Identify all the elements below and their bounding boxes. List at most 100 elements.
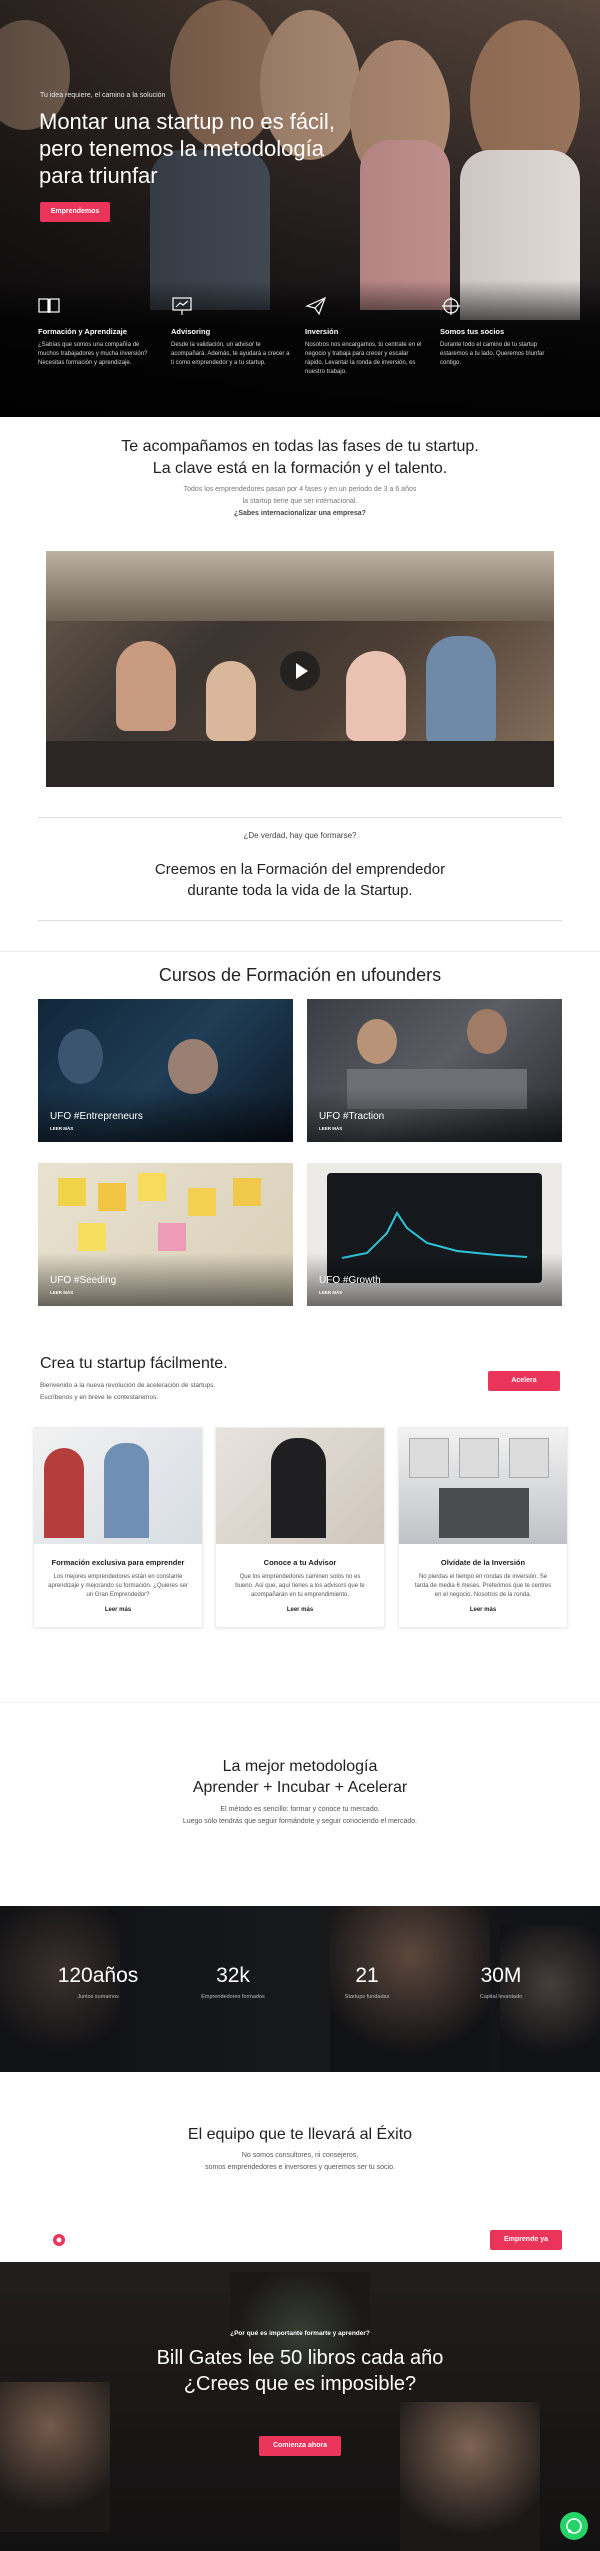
feature-desc: Desde la validación, un advisor te acomp… [171,342,290,366]
feature-title: Somos tus socios [440,327,505,336]
feature-title: Inversión [305,327,339,336]
whatsapp-icon [566,2518,582,2534]
stat-entrepreneurs: 32k Emprendedores formados [163,1964,303,2000]
card-desc: Los mejores emprendedores están en const… [48,1574,188,1598]
card-image [399,1428,567,1544]
cta-kicker: ¿Por qué es importante formarte y aprend… [230,2330,370,2337]
video-play-button[interactable] [280,651,320,691]
paper-plane-icon [305,296,327,316]
course-more-link[interactable]: LEER MÁS [319,1290,342,1295]
team-sub-line2: somos emprendedores e inversores y quere… [205,2164,395,2171]
presentation-icon [172,297,192,315]
card-read-more[interactable]: Leer más [34,1607,202,1613]
method-title-line1: La mejor metodología [222,1758,378,1775]
divider [38,920,562,921]
course-photo [188,1188,216,1216]
cta-overlay [0,2262,600,2551]
card-advisor: Conoce a tu Advisor Que los emprendedore… [215,1427,385,1628]
stat-label: Emprendedores formados [201,1994,265,2000]
play-icon [296,663,308,679]
create-button[interactable]: Acelera [488,1371,560,1391]
courses-title: Cursos de Formación en ufounders [158,965,442,985]
card-read-more[interactable]: Leer más [216,1607,384,1613]
course-photo [168,1039,218,1094]
feature-title: Advisoring [171,327,211,336]
course-label: UFO #Traction [319,1111,385,1122]
ufo-logo-icon[interactable] [52,2233,66,2247]
course-card-traction[interactable]: UFO #Traction LEER MÁS [307,999,562,1142]
crosshair-icon [442,297,460,315]
card-read-more[interactable]: Leer más [399,1607,567,1613]
create-title: Crea tu startup fácilmente. [40,1355,228,1372]
video-frame-person [116,641,176,731]
card-title: Olvídate de la Inversión [440,1558,526,1567]
stat-value: 120años [57,1964,139,1987]
stat-label: Capital levantado [479,1994,523,2000]
stat-label: Startups fundadas [344,1994,390,2000]
course-label: UFO #Entrepreneurs [50,1111,143,1122]
cta-title-line2: ¿Crees que es imposible? [183,2373,417,2395]
course-photo [357,1019,397,1064]
hero-title: Montar una startup no es fácil, pero ten… [39,109,335,188]
card-photo-people [439,1488,529,1538]
team-title: El equipo que te llevará al Éxito [187,2126,413,2143]
team-sub-line1: No somos consultores, ni consejeros, [241,2152,359,2159]
feature-advisoring: Advisoring Desde la validación, un advis… [171,296,291,368]
stat-value: 21 [355,1964,379,1987]
whatsapp-button[interactable] [560,2512,588,2540]
video-frame-window [46,551,554,621]
formation-title-line1: Creemos en la Formación del emprendedor [154,861,446,878]
hero-kicker: Tu idea requiere, el camino a la solució… [40,92,166,99]
course-photo [98,1183,126,1211]
course-more-link[interactable]: LEER MÁS [50,1126,73,1131]
card-photo-person [44,1448,84,1538]
divider [0,951,600,952]
phases-question: ¿Sabes internacionalizar una empresa? [234,510,366,517]
course-more-link[interactable]: LEER MÁS [50,1290,73,1295]
course-photo [158,1223,186,1251]
card-photo-window [509,1438,549,1478]
card-desc: Que los emprendedores caminen solos no e… [235,1574,365,1598]
course-label: UFO #Growth [319,1275,381,1286]
divider [0,1702,600,1703]
hero-section: Tu idea requiere, el camino a la solució… [0,0,600,417]
formation-question: ¿De verdad, hay que formarse? [243,831,357,840]
method-title-line2: Aprender + Incubar + Acelerar [192,1779,408,1796]
create-sub-line1: Bienvenido a la nueva revolución de acel… [40,1382,216,1389]
feature-desc: ¿Sabías que somos una compañía de muchos… [38,342,148,366]
course-card-entrepreneurs[interactable]: UFO #Entrepreneurs LEER MÁS [38,999,293,1142]
card-formacion: Formación exclusiva para emprender Los m… [33,1427,203,1628]
course-photo [78,1223,106,1251]
course-photo [467,1009,507,1054]
stat-value: 32k [216,1964,250,1987]
card-image [216,1428,384,1544]
formation-title-line2: durante toda la vida de la Startup. [187,882,413,899]
method-sub-line1: El método es sencillo: formar y conoce t… [220,1806,380,1813]
cta-section [0,2262,600,2551]
card-title: Formación exclusiva para emprender [51,1558,185,1567]
create-sub-line2: Escríbenos y en breve te contestaremos. [40,1394,159,1401]
team-button[interactable]: Emprende ya [490,2230,562,2250]
course-label: UFO #Seeding [50,1275,117,1286]
feature-formacion: Formación y Aprendizaje ¿Sabías que somo… [38,296,158,368]
feature-inversion: Inversión Nosotros nos encargamos, tú ce… [305,296,425,377]
card-photo-person [271,1438,326,1538]
cta-title-line1: Bill Gates lee 50 libros cada año [156,2347,444,2369]
card-photo-window [409,1438,449,1478]
course-card-seeding[interactable]: UFO #Seeding LEER MÁS [38,1163,293,1306]
method-sub-line2: Luego sólo tendrás que seguir formándote… [182,1818,418,1825]
stat-years: 120años Juntos sumamos [28,1964,168,2000]
card-photo-window [459,1438,499,1478]
course-photo [58,1178,86,1206]
course-card-growth[interactable]: UFO #Growth LEER MÁS [307,1163,562,1306]
video-frame-floor [46,741,554,787]
cta-button[interactable]: Comienza ahora [259,2436,341,2456]
course-photo [233,1178,261,1206]
video-frame-person [206,661,256,741]
stat-startups: 21 Startups fundadas [297,1964,437,2000]
phases-sub-line1: Todos los emprendedores pasan por 4 fase… [183,486,417,493]
course-more-link[interactable]: LEER MÁS [319,1126,342,1131]
card-desc: No pierdas el tiempo en rondas de invers… [414,1574,552,1598]
card-photo-person [104,1443,149,1538]
hero-cta-button[interactable]: Emprendemos [40,202,110,222]
